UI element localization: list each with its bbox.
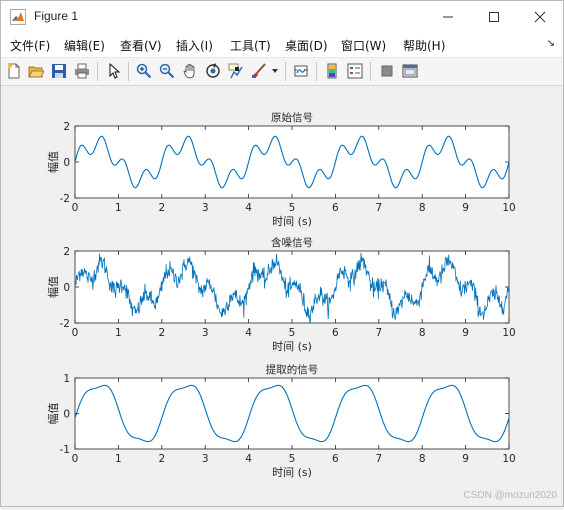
y-tick-label: -1 — [60, 444, 70, 456]
brush-icon[interactable] — [249, 61, 269, 81]
hide-plot-tools-icon[interactable] — [377, 61, 397, 81]
menu-edit[interactable]: 编辑(E) — [64, 37, 105, 54]
figure-window: Figure 1 文件(F) 编辑(E) 查看(V) 插入(I) 工具(T) 桌… — [0, 0, 564, 507]
new-figure-icon[interactable] — [4, 61, 24, 81]
print-icon[interactable] — [72, 61, 92, 81]
x-tick-label: 5 — [289, 453, 296, 465]
x-tick-label: 3 — [202, 453, 209, 465]
menu-view[interactable]: 查看(V) — [120, 37, 162, 54]
x-tick-label: 7 — [375, 327, 382, 339]
x-tick-label: 9 — [462, 327, 469, 339]
menu-overflow-icon[interactable]: ↘ — [547, 38, 555, 49]
insert-colorbar-icon[interactable] — [322, 61, 342, 81]
show-plot-tools-icon[interactable] — [400, 61, 420, 81]
pan-icon[interactable] — [180, 61, 200, 81]
figure-canvas: 0 1 2 3 4 5 6 7 8 9 10 2 0 -2 原始信号 时间 (s) 幅值 0 1 2 3 4 5 6 7 8 9 10… — [1, 86, 563, 506]
x-tick-label: 5 — [289, 202, 296, 214]
toolbar-separator — [316, 62, 317, 81]
matlab-logo-icon — [10, 9, 26, 25]
open-icon[interactable] — [26, 61, 46, 81]
x-tick-label: 1 — [115, 453, 122, 465]
y-tick-label: 1 — [63, 373, 70, 385]
y-tick-label: 0 — [63, 157, 70, 169]
x-tick-label: 10 — [502, 453, 515, 465]
x-tick-label: 0 — [72, 327, 79, 339]
x-tick-label: 0 — [72, 202, 79, 214]
rotate-3d-icon[interactable] — [203, 61, 223, 81]
minimize-button[interactable] — [425, 1, 471, 32]
x-tick-label: 1 — [115, 327, 122, 339]
toolbar-separator — [97, 62, 98, 81]
x-tick-label: 5 — [289, 327, 296, 339]
x-tick-label: 6 — [332, 327, 339, 339]
toolbar-separator — [128, 62, 129, 81]
zoom-out-icon[interactable] — [157, 61, 177, 81]
x-tick-label: 3 — [202, 202, 209, 214]
close-icon — [534, 11, 546, 22]
x-tick-label: 7 — [375, 202, 382, 214]
x-tick-label: 0 — [72, 453, 79, 465]
x-tick-label: 3 — [202, 327, 209, 339]
x-tick-label: 4 — [245, 327, 252, 339]
x-tick-label: 2 — [158, 202, 165, 214]
insert-legend-icon[interactable] — [345, 61, 365, 81]
x-tick-label: 10 — [502, 327, 515, 339]
x-tick-label: 7 — [375, 453, 382, 465]
x-axis-label: 时间 (s) — [272, 215, 312, 228]
x-tick-label: 6 — [332, 453, 339, 465]
y-axis-label: 幅值 — [47, 151, 60, 173]
x-axis-label: 时间 (s) — [272, 466, 312, 479]
pointer-icon[interactable] — [104, 61, 124, 81]
menu-bar: 文件(F) 编辑(E) 查看(V) 插入(I) 工具(T) 桌面(D) 窗口(W… — [1, 32, 563, 58]
x-tick-label: 1 — [115, 202, 122, 214]
figure-plots: 0 1 2 3 4 5 6 7 8 9 1020-2原始信号时间 (s)幅值0 1 2 3 4 5 6 7 8 9 10… — [47, 111, 516, 479]
x-tick-label: 10 — [502, 202, 515, 214]
axes-title: 含噪信号 — [271, 236, 313, 249]
y-axis-label: 幅值 — [47, 403, 60, 425]
zoom-in-icon[interactable] — [134, 61, 154, 81]
x-tick-label: 2 — [158, 327, 165, 339]
data-cursor-icon[interactable] — [226, 61, 246, 81]
menu-insert[interactable]: 插入(I) — [176, 37, 213, 54]
y-axis-label: 幅值 — [47, 276, 60, 298]
x-tick-label: 8 — [419, 453, 426, 465]
toolbar-separator — [370, 62, 371, 81]
figure-toolbar — [1, 58, 563, 86]
y-tick-label: 0 — [63, 282, 70, 294]
x-tick-label: 2 — [158, 453, 165, 465]
axes-title: 提取的信号 — [266, 363, 319, 376]
menu-desktop[interactable]: 桌面(D) — [285, 37, 328, 54]
title-bar: Figure 1 — [1, 1, 563, 32]
toolbar-separator — [285, 62, 286, 81]
maximize-button[interactable] — [471, 1, 517, 32]
y-tick-label: 0 — [63, 409, 70, 421]
x-tick-label: 4 — [245, 202, 252, 214]
save-icon[interactable] — [49, 61, 69, 81]
y-tick-label: -2 — [60, 318, 70, 330]
close-button[interactable] — [517, 1, 563, 32]
x-axis-label: 时间 (s) — [272, 340, 312, 353]
maximize-icon — [489, 11, 499, 22]
watermark-text: CSDN @mozun2020 — [463, 490, 557, 501]
y-tick-label: -2 — [60, 193, 70, 205]
minimize-icon — [443, 16, 453, 17]
x-tick-label: 9 — [462, 202, 469, 214]
x-tick-label: 8 — [419, 327, 426, 339]
axes-title: 原始信号 — [271, 111, 313, 124]
link-plot-icon[interactable] — [291, 61, 311, 81]
axes-box — [74, 377, 510, 450]
y-tick-label: 2 — [63, 121, 70, 133]
menu-file[interactable]: 文件(F) — [10, 37, 50, 54]
x-tick-label: 6 — [332, 202, 339, 214]
x-tick-label: 4 — [245, 453, 252, 465]
brush-dropdown-icon[interactable] — [269, 61, 281, 81]
y-tick-label: 2 — [63, 246, 70, 258]
window-title: Figure 1 — [34, 9, 79, 23]
menu-tools[interactable]: 工具(T) — [230, 37, 271, 54]
menu-help[interactable]: 帮助(H) — [403, 37, 445, 54]
x-tick-label: 8 — [419, 202, 426, 214]
x-tick-label: 9 — [462, 453, 469, 465]
menu-window[interactable]: 窗口(W) — [341, 37, 386, 54]
